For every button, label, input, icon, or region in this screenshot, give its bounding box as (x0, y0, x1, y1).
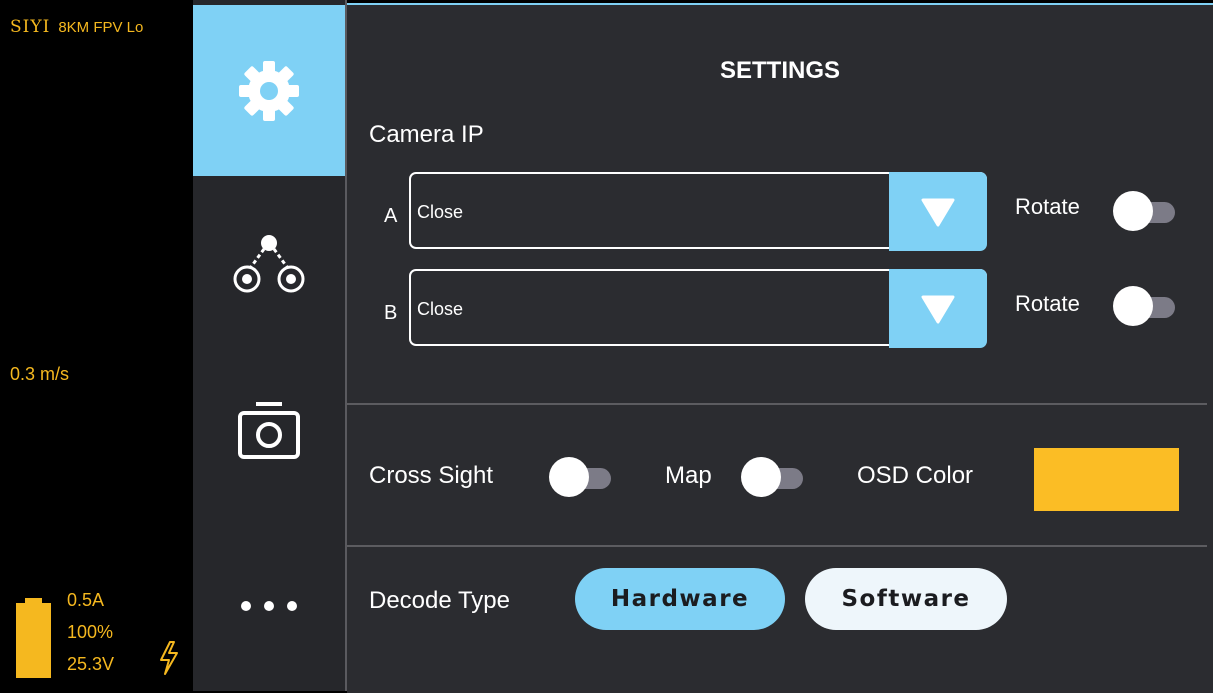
gimbal-icon (233, 235, 305, 293)
camera-icon (238, 402, 300, 459)
camera-a-letter: A (384, 205, 398, 227)
osd-panel: SIYI 8KM FPV Lo 0.3 m/s 0.5A 100% 25.3V (0, 0, 193, 691)
map-toggle[interactable] (741, 457, 803, 497)
decode-software-button[interactable]: Software (805, 568, 1007, 630)
device-name: 8KM FPV Lo (58, 19, 144, 36)
cross-sight-label: Cross Sight (369, 462, 494, 489)
settings-panel: SETTINGS Camera IP A Close Rotate B Clos… (347, 3, 1213, 693)
siyi-logo: SIYI (10, 17, 51, 37)
camera-a-value: Close (417, 202, 464, 222)
camera-a-rotate-toggle[interactable] (1113, 191, 1175, 231)
chevron-down-icon (921, 198, 955, 226)
gear-icon (239, 60, 299, 121)
nav-camera[interactable] (193, 346, 345, 516)
decode-type-label: Decode Type (369, 587, 510, 614)
camera-b-value: Close (417, 299, 464, 319)
camera-a-dropdown[interactable]: Close (409, 172, 987, 251)
nav-rail (193, 0, 345, 691)
section-divider (347, 403, 1207, 405)
osd-color-swatch[interactable] (1034, 448, 1179, 511)
more-icon (241, 601, 297, 611)
camera-a-rotate-label: Rotate (1015, 194, 1080, 219)
battery-icon (16, 598, 51, 678)
nav-more[interactable] (193, 521, 345, 691)
cross-sight-toggle[interactable] (549, 457, 611, 497)
osd-color-label: OSD Color (857, 462, 974, 489)
camera-ip-label: Camera IP (369, 121, 484, 148)
camera-b-letter: B (384, 302, 398, 324)
map-label: Map (665, 462, 712, 489)
camera-b-dropdown-button[interactable] (889, 269, 987, 348)
speed-readout: 0.3 m/s (10, 364, 70, 384)
nav-gimbal[interactable] (193, 176, 345, 346)
camera-b-dropdown[interactable]: Close (409, 269, 987, 348)
section-divider (347, 545, 1207, 547)
camera-b-rotate-toggle[interactable] (1113, 286, 1175, 326)
brand-header: SIYI 8KM FPV Lo (10, 17, 143, 37)
battery-percent: 100% (67, 622, 114, 642)
voltage-readout: 25.3V (67, 654, 115, 674)
camera-b-rotate-label: Rotate (1015, 291, 1080, 316)
lightning-icon (160, 641, 178, 675)
current-readout: 0.5A (67, 590, 105, 610)
page-title: SETTINGS (719, 57, 840, 84)
camera-a-dropdown-button[interactable] (889, 172, 987, 251)
decode-hardware-button[interactable]: Hardware (575, 568, 785, 630)
chevron-down-icon (921, 295, 955, 323)
nav-settings[interactable] (193, 5, 345, 176)
